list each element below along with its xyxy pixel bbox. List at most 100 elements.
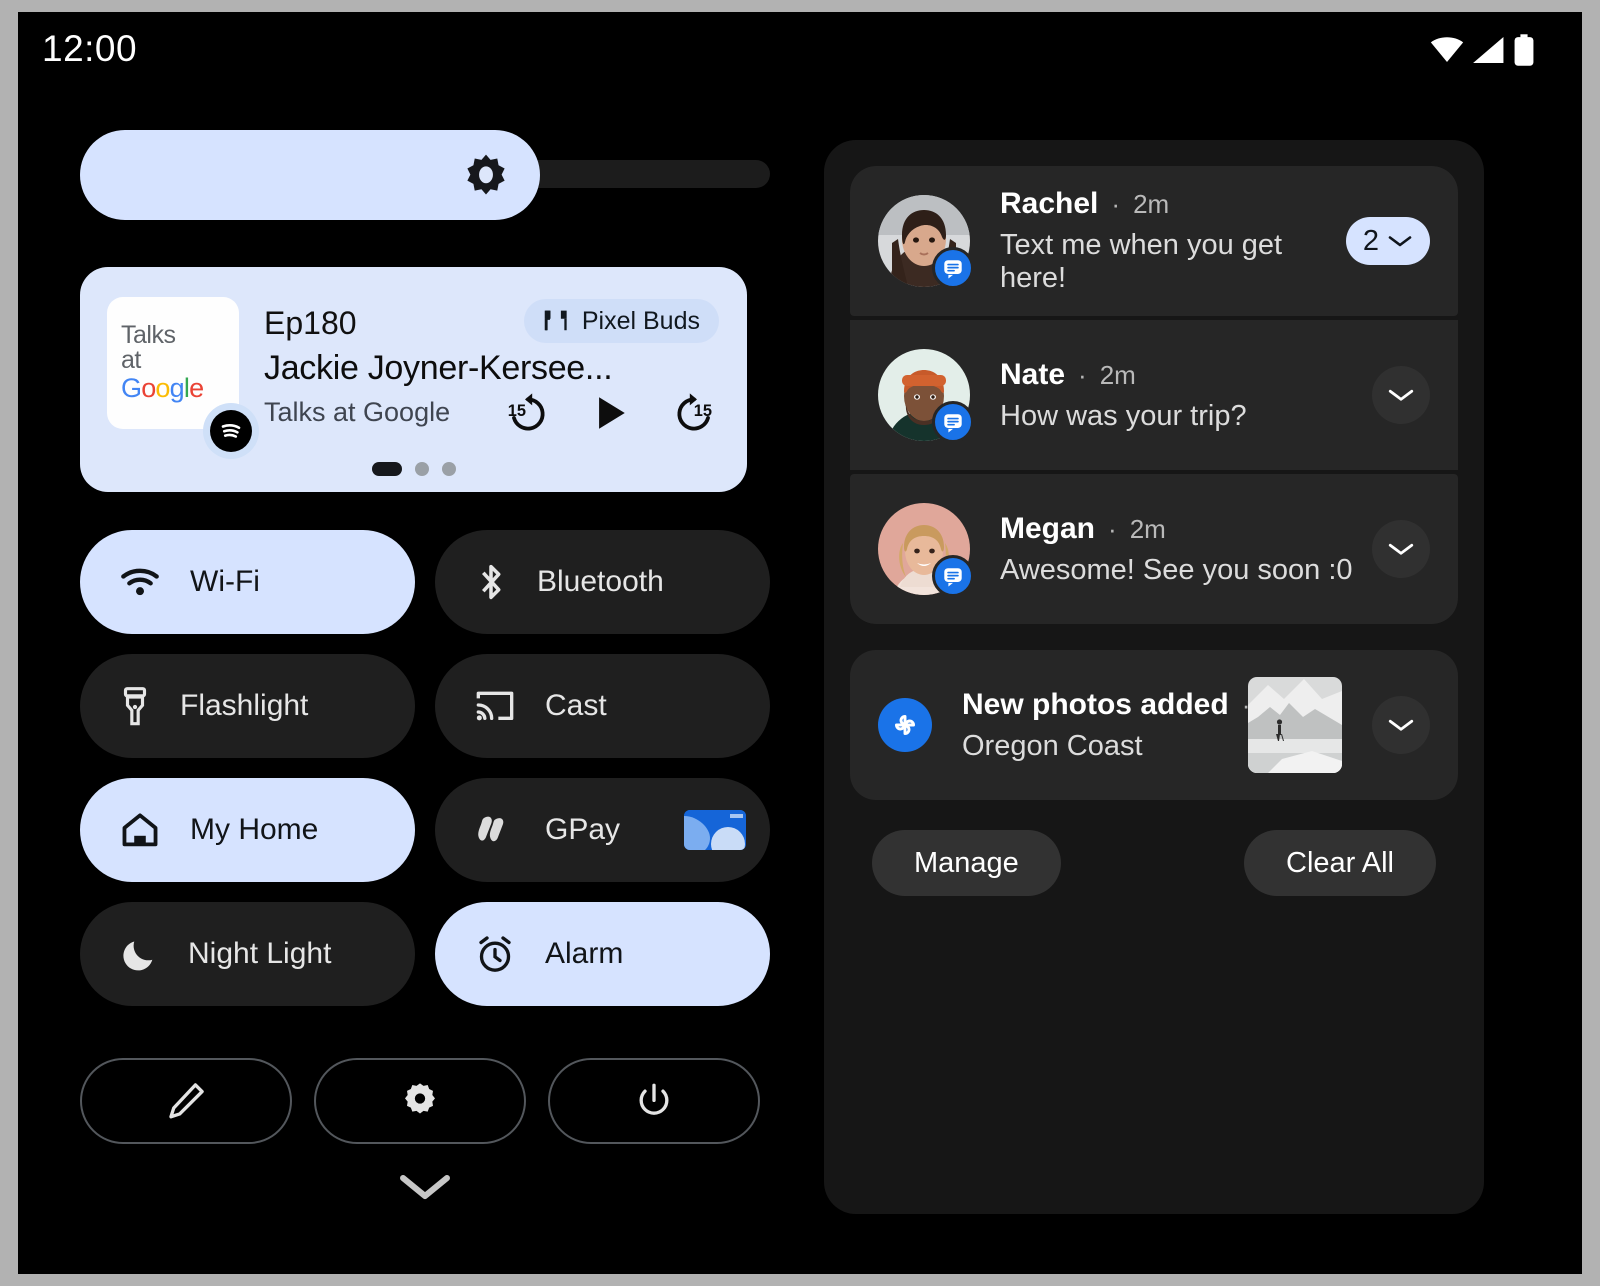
gpay-icon xyxy=(478,816,504,842)
home-icon xyxy=(122,813,158,847)
wifi-icon xyxy=(1430,37,1464,63)
output-device-chip[interactable]: Pixel Buds xyxy=(523,299,719,343)
tile-row-3: My Home GPay xyxy=(80,778,770,882)
tile-label-night-light: Night Light xyxy=(188,937,332,970)
chevron-down-icon xyxy=(400,1175,450,1199)
battery-icon xyxy=(1514,34,1534,66)
media-player-card[interactable]: Talks at Google Ep180 Jackie Joyner-Kers… xyxy=(80,267,747,492)
timestamp: 2m xyxy=(1099,359,1136,390)
tile-flashlight[interactable]: Flashlight xyxy=(80,654,415,758)
cellular-signal-icon xyxy=(1473,37,1504,63)
tile-label-gpay: GPay xyxy=(545,813,621,846)
tile-night-light[interactable]: Night Light xyxy=(80,902,415,1006)
cast-icon xyxy=(476,691,514,721)
messages-icon xyxy=(932,401,974,443)
media-title: Jackie Joyner-Kersee... xyxy=(264,349,613,387)
tile-label-flashlight: Flashlight xyxy=(180,689,309,722)
tile-row-4: Night Light Alarm xyxy=(80,902,770,1006)
notification-rachel[interactable]: Rachel · 2m Text me when you get here! 2 xyxy=(850,166,1458,316)
chevron-down-icon xyxy=(1388,236,1412,247)
collapse-shade-handle[interactable] xyxy=(80,1170,770,1204)
expand-notification-button[interactable] xyxy=(1372,520,1430,578)
group-count: 2 xyxy=(1362,224,1380,257)
message-text: Text me when you get here! xyxy=(1000,229,1283,294)
edit-tiles-button[interactable] xyxy=(80,1058,292,1144)
notification-header: Rachel · 2m xyxy=(1000,187,1346,221)
wifi-icon xyxy=(121,568,159,596)
expand-notification-button[interactable] xyxy=(1372,366,1430,424)
separator: · xyxy=(1078,359,1087,390)
tile-bluetooth[interactable]: Bluetooth xyxy=(435,530,770,634)
album-art-brand: Google xyxy=(121,372,204,403)
media-controls: 15 15 xyxy=(503,389,719,437)
tile-label-alarm: Alarm xyxy=(545,937,624,970)
media-episode: Ep180 xyxy=(264,305,357,341)
media-subtitle: Talks at Google xyxy=(264,397,451,427)
chevron-down-icon xyxy=(1388,389,1414,401)
svg-text:15: 15 xyxy=(508,402,526,420)
tile-wifi[interactable]: Wi-Fi xyxy=(80,530,415,634)
media-page-dots xyxy=(80,462,747,476)
output-device-label: Pixel Buds xyxy=(581,306,700,335)
tile-my-home[interactable]: My Home xyxy=(80,778,415,882)
notification-nate[interactable]: Nate · 2m How was your trip? xyxy=(850,320,1458,470)
tile-alarm[interactable]: Alarm xyxy=(435,902,770,1006)
page-dot-3[interactable] xyxy=(441,462,456,476)
album-art-line-1: Talks xyxy=(121,320,176,349)
rewind-15-button[interactable]: 15 xyxy=(503,389,551,437)
payment-card-thumbnail xyxy=(684,810,746,850)
album-art: Talks at Google xyxy=(107,297,259,459)
notification-content: Nate · 2m How was your trip? xyxy=(1000,358,1372,433)
sender-name: Megan xyxy=(1000,511,1096,545)
notification-content: Rachel · 2m Text me when you get here! xyxy=(1000,187,1346,295)
separator: · xyxy=(1111,189,1121,219)
status-bar: 12:00 xyxy=(18,12,1582,98)
conversation-notification-group: Rachel · 2m Text me when you get here! 2 xyxy=(850,166,1458,624)
notification-megan[interactable]: Megan · 2m Awesome! See you soon :0 xyxy=(850,474,1458,624)
coast-photo-thumbnail xyxy=(1248,677,1342,773)
tile-label-bluetooth: Bluetooth xyxy=(537,565,664,598)
tile-row-1: Wi-Fi Bluetooth xyxy=(80,530,770,634)
quick-settings-tiles: Wi-Fi Bluetooth Flashlight Cast My Home … xyxy=(80,530,770,1026)
avatar xyxy=(878,195,974,289)
message-text: How was your trip? xyxy=(1000,399,1247,432)
flashlight-icon xyxy=(123,687,147,726)
notification-header: Megan · 2m xyxy=(1000,512,1372,546)
gear-icon xyxy=(405,1083,435,1114)
pencil-icon xyxy=(169,1083,204,1119)
expand-notification-button[interactable] xyxy=(1372,696,1430,754)
page-dot-1[interactable] xyxy=(371,462,402,476)
group-count-chip[interactable]: 2 xyxy=(1346,217,1430,265)
message-text: Awesome! See you soon :0 xyxy=(1000,553,1353,586)
earbuds-icon xyxy=(544,310,567,331)
settings-button[interactable] xyxy=(314,1058,526,1144)
play-button[interactable] xyxy=(589,389,633,437)
separator: · xyxy=(1108,513,1117,544)
spotify-glyph xyxy=(221,424,241,438)
avatar xyxy=(878,503,974,597)
brightness-slider[interactable] xyxy=(80,130,770,220)
tile-label-my-home: My Home xyxy=(190,813,319,846)
spotify-icon xyxy=(203,403,259,459)
page-dot-2[interactable] xyxy=(414,462,429,476)
tile-gpay[interactable]: GPay xyxy=(435,778,770,882)
forward-15-button[interactable]: 15 xyxy=(671,389,719,437)
brightness-sun-icon xyxy=(467,154,505,195)
photos-title: New photos added xyxy=(962,687,1229,721)
svg-text:15: 15 xyxy=(694,402,712,420)
clear-all-button[interactable]: Clear All xyxy=(1244,830,1436,896)
power-icon xyxy=(639,1083,669,1115)
notification-shade: Rachel · 2m Text me when you get here! 2 xyxy=(824,140,1484,1214)
tile-cast[interactable]: Cast xyxy=(435,654,770,758)
phone-screen: 12:00 Talks at Google Ep180 Jackie Joyne… xyxy=(18,12,1582,1274)
notification-photos[interactable]: New photos added · 5m Oregon Coast xyxy=(850,650,1458,800)
manage-button[interactable]: Manage xyxy=(872,830,1061,896)
avatar xyxy=(878,349,974,443)
tile-label-cast: Cast xyxy=(545,689,607,722)
brightness-fill[interactable] xyxy=(80,130,540,220)
status-bar-clock: 12:00 xyxy=(42,28,138,69)
album-art-line-2: at xyxy=(121,346,141,375)
notification-shade-actions: Manage Clear All xyxy=(850,830,1458,896)
power-button[interactable] xyxy=(548,1058,760,1144)
status-bar-icons xyxy=(1430,34,1534,66)
